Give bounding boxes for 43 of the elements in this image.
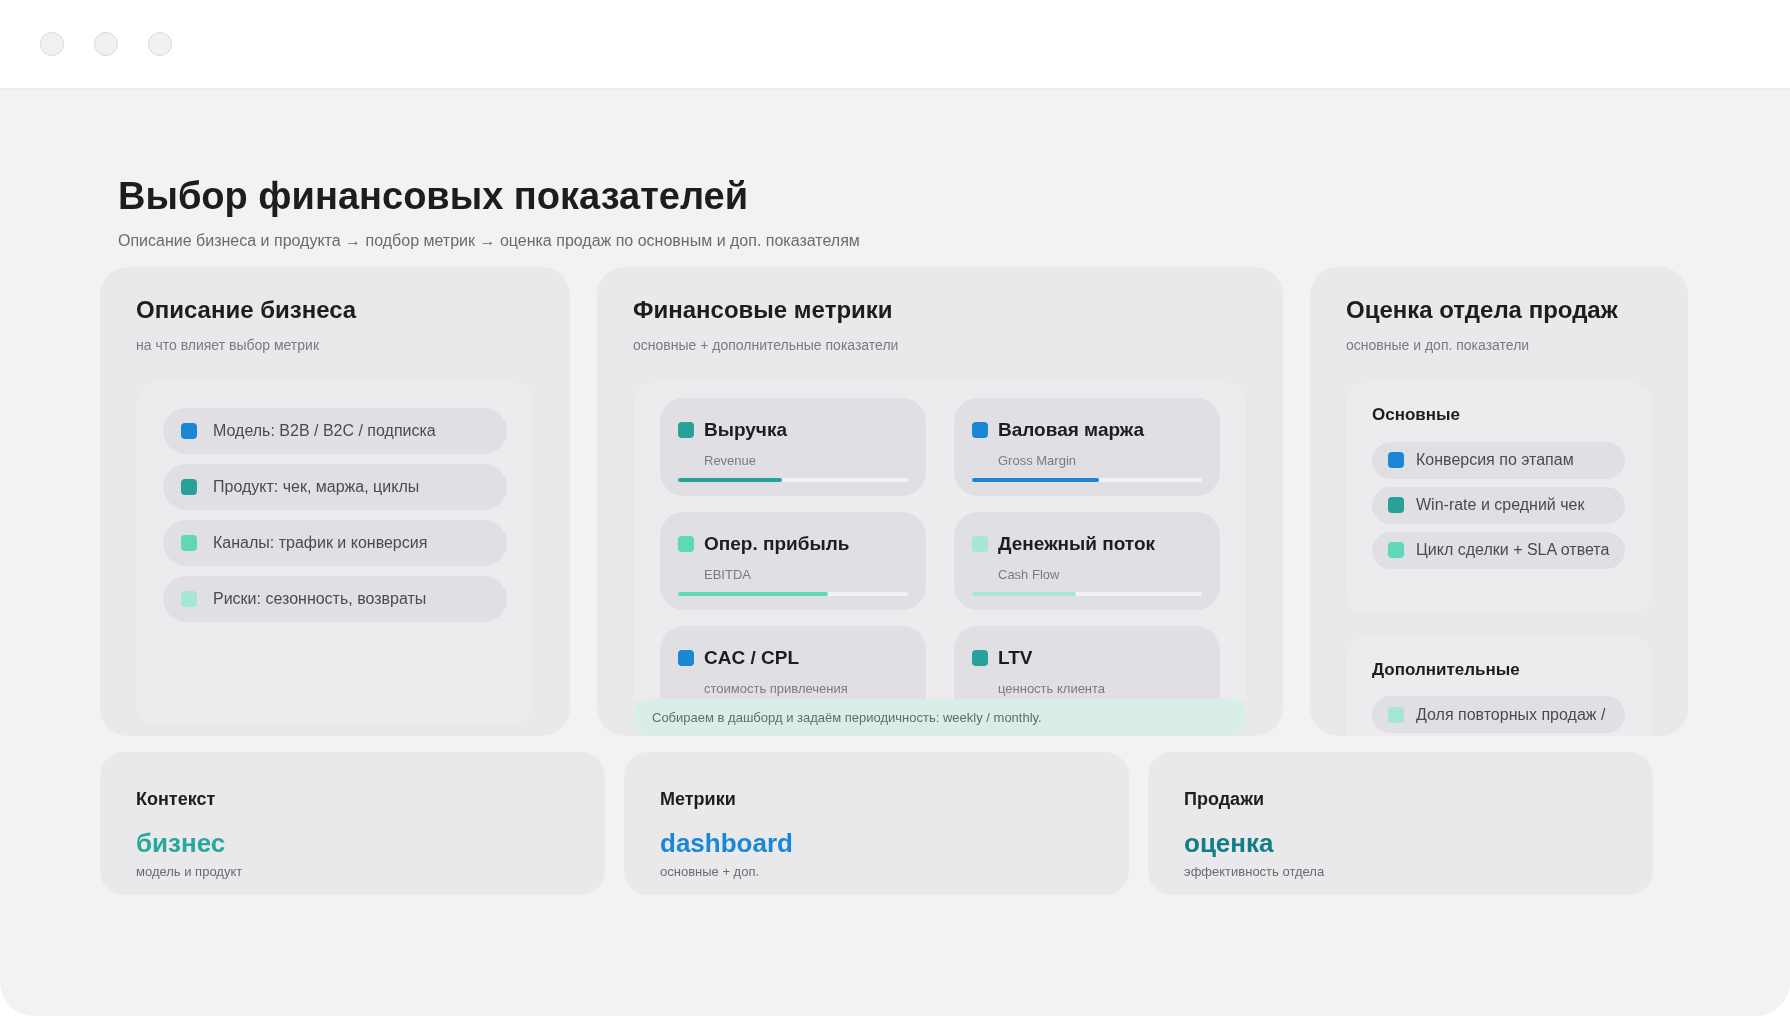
window-control-icon[interactable] bbox=[94, 32, 118, 56]
card-subtitle: на что влияет выбор метрик bbox=[136, 336, 320, 355]
summary-label: Продажи bbox=[1184, 788, 1265, 811]
card-title: Оценка отдела продаж bbox=[1346, 295, 1619, 325]
note-banner: Собираем в дашборд и задаём периодичность: weekly / monthly. bbox=[634, 698, 1246, 736]
metric-title: Валовая маржа bbox=[998, 418, 1145, 442]
page-title: Выбор финансовых показателей bbox=[118, 177, 750, 215]
item-label: Цикл сделки + SLA ответа bbox=[1416, 540, 1610, 560]
group-title: Дополнительные bbox=[1372, 658, 1521, 681]
summary-caption: модель и продукт bbox=[136, 862, 244, 881]
group-title: Основные bbox=[1372, 404, 1462, 426]
item-label: Win-rate и средний чек bbox=[1416, 495, 1585, 515]
summary-value: dashboard bbox=[660, 827, 794, 860]
card-title: Финансовые метрики bbox=[633, 295, 894, 325]
card-subtitle: основные и доп. показатели bbox=[1346, 336, 1531, 355]
summary-caption: эффективность отдела bbox=[1184, 862, 1326, 881]
item-label: Модель: B2B / B2C / подписка bbox=[213, 421, 436, 441]
summary-value: оценка bbox=[1184, 827, 1275, 860]
card-subtitle: основные + дополнительные показатели bbox=[633, 336, 900, 355]
metric-subtitle: EBITDA bbox=[704, 565, 752, 584]
item-label: Доля повторных продаж / bbox=[1416, 704, 1606, 725]
window-control-icon[interactable] bbox=[148, 32, 172, 56]
metric-subtitle: Gross Margin bbox=[998, 451, 1078, 470]
metric-subtitle: Revenue bbox=[704, 451, 758, 470]
summary-label: Метрики bbox=[660, 788, 737, 811]
item-label: Каналы: трафик и конверсия bbox=[213, 533, 428, 553]
window-control-icon[interactable] bbox=[40, 32, 64, 56]
metric-title: Опер. прибыль bbox=[704, 532, 850, 556]
metric-subtitle: Cash Flow bbox=[998, 565, 1061, 584]
metric-subtitle: ценность клиента bbox=[998, 679, 1107, 698]
summary-caption: основные + доп. bbox=[660, 862, 761, 881]
page-subtitle: Описание бизнеса и продукта → подбор метрик → оценка продаж по основным и доп. показателям bbox=[118, 231, 861, 251]
item-label: Риски: сезонность, возвраты bbox=[213, 589, 427, 609]
metric-title: LTV bbox=[998, 646, 1033, 670]
item-label: Конверсия по этапам bbox=[1416, 450, 1574, 470]
metric-title: CAC / CPL bbox=[704, 646, 799, 670]
metric-subtitle: стоимость привлечения bbox=[704, 679, 849, 698]
metric-title: Денежный поток bbox=[998, 532, 1156, 556]
summary-value: бизнес bbox=[136, 827, 227, 860]
summary-label: Контекст bbox=[136, 788, 217, 811]
card-title: Описание бизнеса bbox=[136, 295, 358, 325]
metric-title: Выручка bbox=[704, 418, 787, 442]
item-label: Продукт: чек, маржа, циклы bbox=[213, 477, 420, 497]
